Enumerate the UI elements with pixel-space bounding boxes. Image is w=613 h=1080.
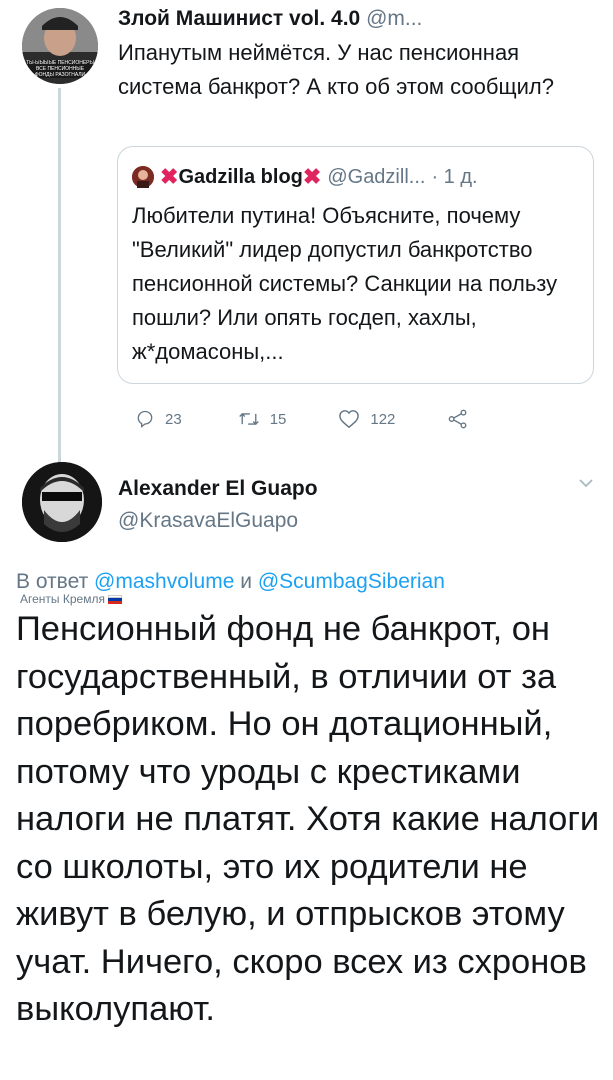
heart-icon [339, 410, 360, 429]
avatar-image [132, 166, 154, 188]
author-avatar[interactable] [22, 462, 102, 542]
like-button[interactable]: 122 [338, 409, 395, 429]
avatar-caption: ТЫ-ЫЫЫЫЕ ПЕНСИОНЕРЫ ВСЕ ПЕНСИОННЫЕ ФОНДЫ… [26, 60, 94, 78]
author-name[interactable]: Alexander El Guapo [118, 474, 318, 504]
quoted-tweet-time: · 1 д. [431, 166, 478, 188]
tweet-actions: 23 15 122 [135, 404, 469, 434]
quoted-author-avatar[interactable] [132, 166, 154, 188]
avatar-image [22, 462, 102, 542]
more-options-button[interactable] [578, 476, 594, 494]
reply-user-link[interactable]: @ScumbagSiberian [258, 570, 445, 593]
author-handle[interactable]: @KrasavaElGuapo [118, 506, 298, 536]
reply-button[interactable]: 23 [135, 409, 182, 429]
author-avatar[interactable]: ТЫ-ЫЫЫЫЕ ПЕНСИОНЕРЫ ВСЕ ПЕНСИОННЫЕ ФОНДЫ… [22, 8, 98, 84]
like-count: 122 [370, 410, 396, 428]
reply-joiner: и [234, 570, 258, 593]
quoted-author-name: Gadzilla blog [178, 166, 303, 188]
author-handle[interactable]: @m... [366, 7, 422, 30]
thread-connector-line [58, 88, 61, 464]
retweet-icon [238, 412, 259, 426]
reply-count: 23 [165, 410, 182, 428]
russian-flag-icon [107, 594, 122, 604]
account-label-text: Агенты Кремля [20, 592, 105, 606]
share-button[interactable] [447, 409, 469, 429]
tweet-text: Ипанутым неймётся. У нас пенсионная сист… [118, 40, 554, 99]
quoted-tweet-card[interactable]: ✖ Gadzilla blog ✖ @Gadzill... · 1 д. Люб… [117, 146, 594, 384]
retweet-button[interactable]: 15 [238, 409, 287, 429]
chevron-down-icon [579, 479, 593, 488]
share-icon [449, 409, 467, 429]
red-cross-emoji: ✖ [160, 164, 179, 189]
quoted-author-handle: @Gadzill... [327, 166, 426, 188]
reply-prefix: В ответ [16, 570, 95, 593]
quoted-tweet-text: Любители путина! Объясните, почему "Вели… [132, 203, 558, 364]
reply-user-link[interactable]: @mashvolume [94, 570, 234, 593]
author-name[interactable]: Злой Машинист vol. 4.0 [118, 7, 360, 30]
red-cross-emoji: ✖ [302, 164, 322, 189]
account-label: Агенты Кремля [20, 592, 122, 606]
tweet-text: Пенсионный фонд не банкрот, он государст… [16, 610, 600, 1028]
quoted-tweet-header: ✖ Gadzilla blog ✖ @Gadzill... · 1 д. [132, 163, 478, 191]
retweet-count: 15 [269, 410, 287, 428]
tweet-header: Злой Машинист vol. 4.0 @m... [118, 4, 422, 34]
reply-icon [137, 410, 153, 428]
